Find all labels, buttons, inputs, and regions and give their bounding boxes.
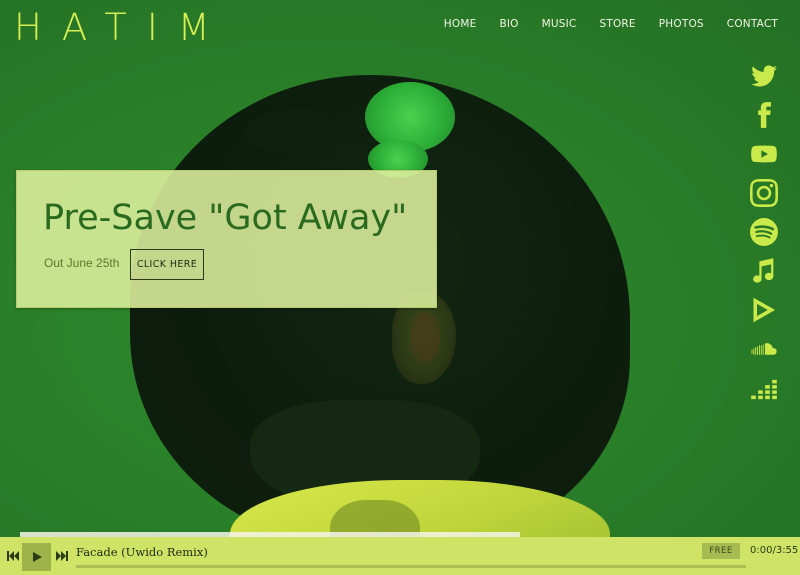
promo-title: Pre-Save "Got Away" <box>43 198 408 238</box>
play-button[interactable] <box>22 543 51 571</box>
twitter-icon[interactable] <box>748 56 780 95</box>
presave-promo-card: Pre-Save "Got Away" Out June 25th CLICK … <box>16 170 437 308</box>
main-nav: HOME BIO MUSIC STORE PHOTOS CONTACT <box>444 18 778 30</box>
instagram-icon[interactable] <box>748 173 780 212</box>
music-player-bar: Facade (Uwido Remix) FREE 0:00/3:55 <box>0 537 800 575</box>
deezer-icon[interactable] <box>748 368 780 407</box>
track-time: 0:00/3:55 <box>750 545 799 556</box>
soundcloud-icon[interactable] <box>748 329 780 368</box>
nav-item-music[interactable]: MUSIC <box>542 18 577 30</box>
youtube-icon[interactable] <box>748 134 780 173</box>
hero-photo-ear-inner <box>410 312 440 362</box>
previous-track-icon[interactable] <box>6 549 20 563</box>
nav-item-home[interactable]: HOME <box>444 18 477 30</box>
play-icon <box>32 552 42 562</box>
nav-item-photos[interactable]: PHOTOS <box>659 18 704 30</box>
click-here-button[interactable]: CLICK HERE <box>130 249 204 280</box>
google-play-icon[interactable] <box>748 290 780 329</box>
progress-bar[interactable] <box>76 565 746 568</box>
next-track-icon[interactable] <box>55 549 69 563</box>
site-logo[interactable]: HATIM <box>14 6 230 49</box>
nav-item-contact[interactable]: CONTACT <box>727 18 778 30</box>
social-links <box>748 56 780 407</box>
itunes-icon[interactable] <box>748 251 780 290</box>
facebook-icon[interactable] <box>748 95 780 134</box>
nav-item-bio[interactable]: BIO <box>499 18 518 30</box>
promo-release-date: Out June 25th <box>44 256 120 270</box>
spotify-icon[interactable] <box>748 212 780 251</box>
nav-item-store[interactable]: STORE <box>599 18 635 30</box>
free-download-badge[interactable]: FREE <box>702 543 740 559</box>
track-title: Facade (Uwido Remix) <box>76 545 208 559</box>
